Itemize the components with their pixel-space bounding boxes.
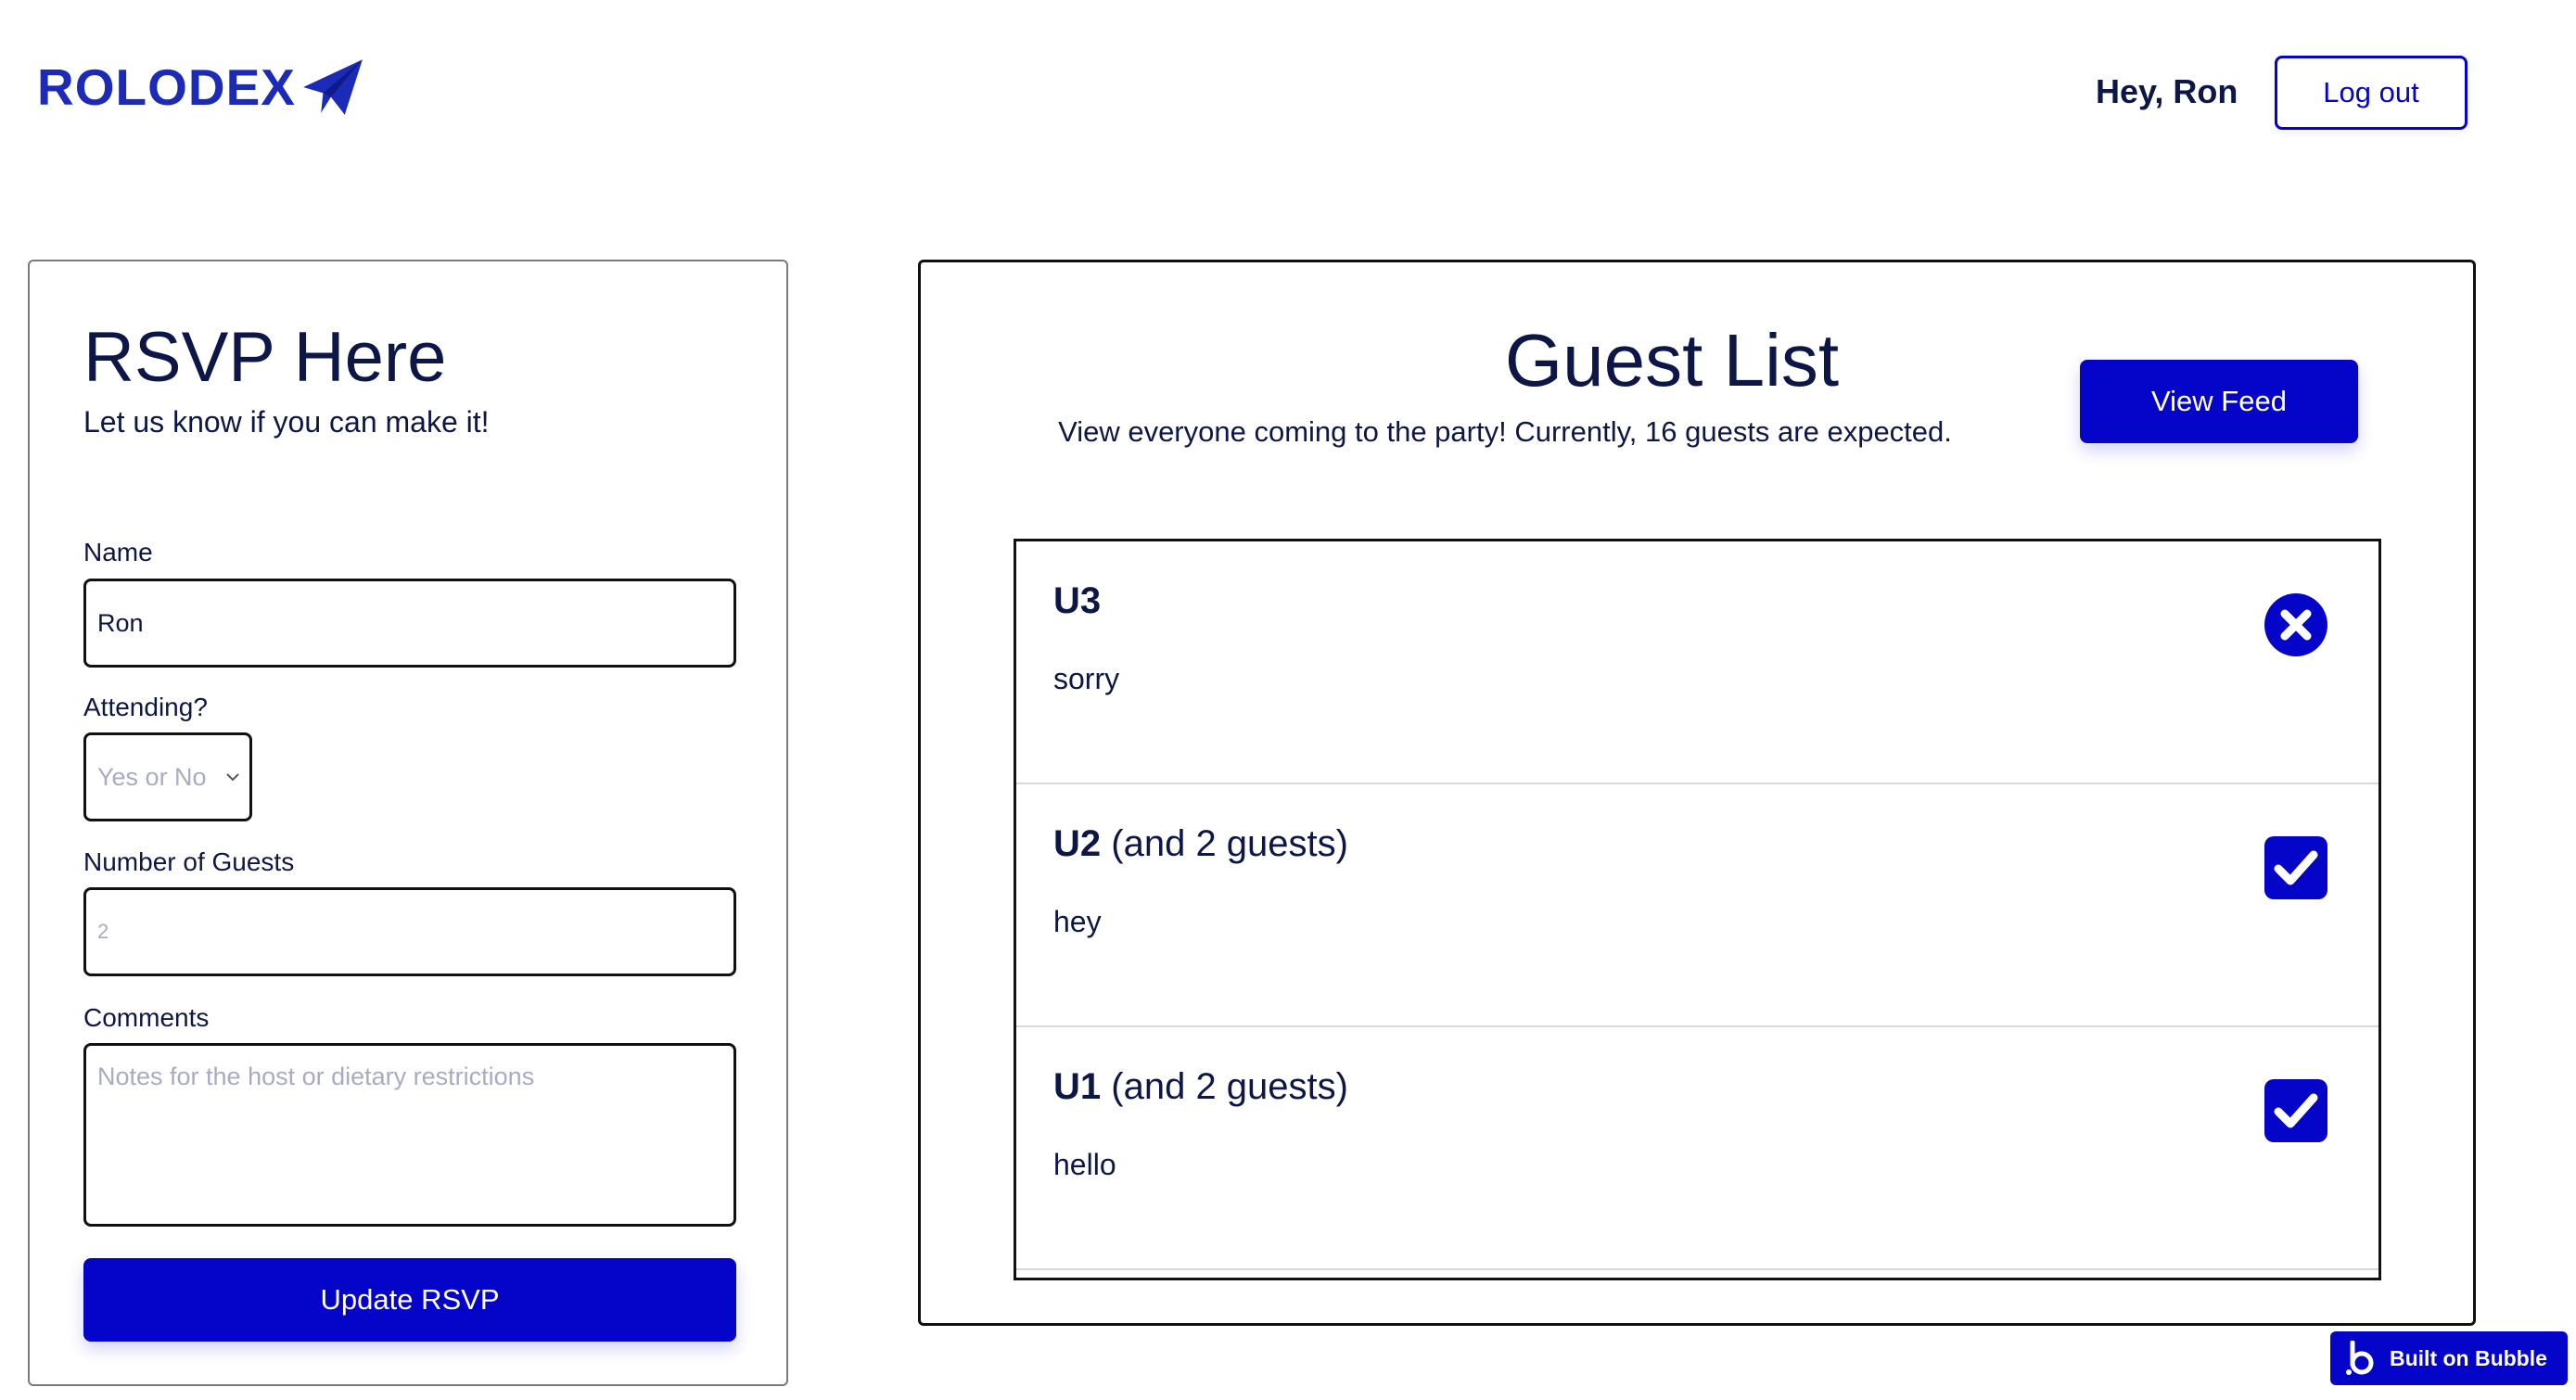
list-item: U2 (and 2 guests) hey (1016, 784, 2378, 1027)
logo[interactable]: ROLODEX (37, 57, 364, 117)
logo-text: ROLODEX (37, 58, 296, 116)
guest-name-extra: (and 2 guests) (1111, 1066, 1348, 1107)
bubble-logo-icon (2346, 1341, 2374, 1375)
guest-name-extra: (and 2 guests) (1111, 823, 1348, 864)
checkbox-checked-icon (2264, 1079, 2327, 1142)
guests-input-placeholder: 2 (97, 920, 109, 943)
x-circle-icon (2264, 593, 2327, 656)
chevron-down-icon (226, 773, 239, 782)
guest-name-primary: U1 (1053, 1066, 1102, 1107)
rsvp-card: RSVP Here Let us know if you can make it… (28, 260, 788, 1386)
guest-comment: sorry (1053, 662, 1120, 695)
checkbox-checked-icon (2264, 836, 2327, 899)
rsvp-subtitle: Let us know if you can make it! (83, 405, 490, 439)
built-on-bubble-label: Built on Bubble (2390, 1345, 2547, 1370)
guest-list-title: Guest List (1504, 319, 1840, 401)
comments-placeholder: Notes for the host or dietary restrictio… (97, 1063, 535, 1090)
guest-comment: hey (1053, 905, 1102, 938)
list-item: U3 sorry (1016, 541, 2378, 784)
guest-name-primary: U3 (1053, 580, 1102, 621)
name-input[interactable]: Ron (83, 579, 736, 668)
guests-label: Number of Guests (83, 847, 295, 876)
built-on-bubble-badge[interactable]: Built on Bubble (2330, 1331, 2568, 1385)
guest-comment: hello (1053, 1148, 1116, 1181)
guest-name-primary: U2 (1053, 823, 1102, 864)
name-label: Name (83, 538, 153, 566)
guest-name: U1 (and 2 guests) (1053, 1066, 1348, 1108)
guest-list-subtitle: View everyone coming to the party! Curre… (1058, 415, 1952, 448)
rsvp-title: RSVP Here (83, 318, 447, 397)
comments-label: Comments (83, 1003, 210, 1032)
user-greeting: Hey, Ron (2096, 72, 2238, 110)
guests-input[interactable]: 2 (83, 887, 736, 976)
attending-label: Attending? (83, 693, 208, 721)
update-rsvp-button[interactable]: Update RSVP (83, 1258, 736, 1342)
view-feed-button[interactable]: View Feed (2080, 360, 2358, 443)
list-item: U1 (and 2 guests) hello (1016, 1027, 2378, 1270)
guest-list[interactable]: U3 sorry U2 (and 2 guests) hey U1 (and 2… (1014, 539, 2381, 1280)
attending-select[interactable]: Yes or No (83, 732, 252, 821)
guest-list-card: Guest List View everyone coming to the p… (918, 260, 2476, 1326)
guest-name: U2 (and 2 guests) (1053, 823, 1348, 865)
paper-plane-icon (303, 59, 363, 115)
logout-button[interactable]: Log out (2275, 56, 2468, 130)
name-input-value: Ron (97, 608, 144, 637)
attending-select-placeholder: Yes or No (97, 762, 207, 791)
guest-name: U3 (1053, 580, 1101, 622)
comments-textarea[interactable]: Notes for the host or dietary restrictio… (83, 1043, 736, 1227)
